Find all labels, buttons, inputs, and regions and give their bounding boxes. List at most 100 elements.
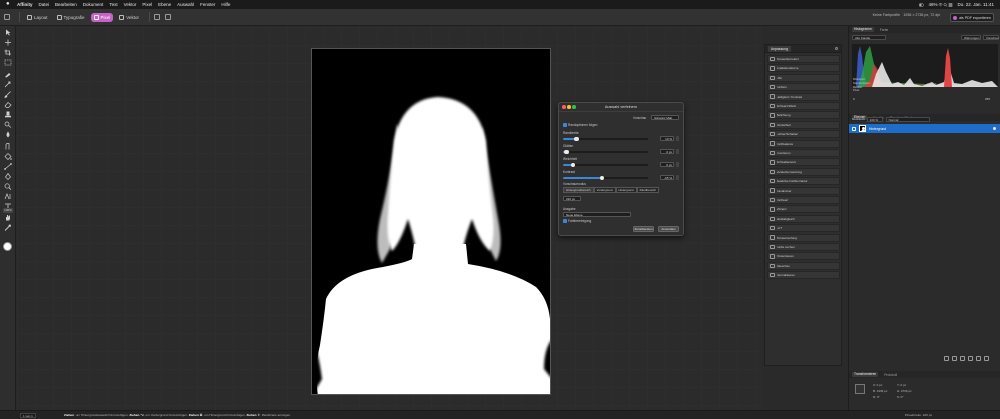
segment-background[interactable]: Hintergrund (615, 187, 637, 193)
shape-icon[interactable] (4, 193, 12, 200)
adjustment-item[interactable]: Farbbalance (767, 139, 840, 148)
blend-mode-select[interactable]: Normal (885, 116, 930, 122)
adjustment-item[interactable]: Weißabgleich (767, 214, 840, 223)
persona-pixel-button[interactable]: Pixel (90, 12, 114, 22)
menu-datei[interactable]: Datei (39, 0, 50, 9)
smudge-icon[interactable] (4, 143, 12, 150)
selection-brush-icon[interactable] (4, 71, 12, 78)
transform-r[interactable]: R: 0° (873, 395, 880, 399)
panel-close-icon[interactable] (835, 47, 838, 50)
histogram-warnings-button[interactable]: Warnungen (961, 35, 981, 40)
feather-slider[interactable] (563, 162, 648, 167)
color-picker-icon[interactable] (4, 224, 12, 231)
opacity-field[interactable]: 100 % (866, 116, 883, 122)
clone-icon[interactable] (4, 111, 12, 118)
transform-s[interactable]: S: 0° (897, 395, 904, 399)
dodge-icon[interactable] (4, 121, 12, 128)
checkbox-icon[interactable] (563, 219, 567, 223)
ramp-stepper[interactable] (675, 175, 679, 180)
adjustment-item[interactable]: Dunkelheit (767, 120, 840, 129)
ramp-slider[interactable] (563, 175, 648, 180)
persona-layout-button[interactable]: Layout (24, 13, 51, 22)
adjustment-item[interactable]: Farbton (767, 83, 840, 92)
menu-text[interactable]: Text (109, 0, 117, 9)
menu-bearbeiten[interactable]: Bearbeiten (55, 0, 77, 9)
move-icon[interactable] (4, 39, 12, 46)
menu-fenster[interactable]: Fenster (200, 0, 215, 9)
pointer-icon[interactable] (4, 29, 12, 36)
decontaminate-option[interactable]: Farbbereinigung (563, 219, 679, 223)
document-canvas[interactable] (311, 48, 551, 395)
lock-icon[interactable] (852, 126, 856, 131)
blur-icon[interactable] (4, 131, 12, 138)
reset-button[interactable]: Zurücksetzen (633, 226, 654, 232)
transform-x[interactable]: X: 0 px (873, 383, 882, 387)
ramp-knob[interactable] (599, 175, 605, 180)
boolean-icon[interactable] (154, 14, 161, 20)
histogram-channel-select[interactable]: Alle Kanäle (852, 35, 886, 40)
tab-transform[interactable]: Transformieren (852, 372, 879, 377)
adjustment-item[interactable]: Vibranz (767, 205, 840, 214)
segment-foreground[interactable]: Vordergrund (593, 187, 616, 193)
preview-mode-select[interactable]: Schwarz Matt (651, 115, 679, 120)
adjustment-item[interactable]: Kanalmixer (767, 186, 840, 195)
erase-icon[interactable] (4, 101, 12, 108)
paint-brush-icon[interactable] (4, 91, 12, 98)
adjustment-item[interactable]: Gradationskurve (767, 64, 840, 73)
page-selector[interactable]: 1 von 1 (20, 413, 36, 418)
border-width-stepper[interactable] (675, 136, 679, 141)
adjustment-item[interactable]: LUT (767, 224, 840, 233)
smooth-slider[interactable] (563, 149, 648, 154)
border-width-knob[interactable] (574, 136, 579, 141)
border-width-value[interactable]: 10 % (660, 136, 674, 141)
persona-typography-button[interactable]: Typografie (54, 13, 88, 22)
delete-layer-icon[interactable] (984, 356, 989, 361)
smooth-stepper[interactable] (675, 149, 679, 154)
menu-ebene[interactable]: Ebene (158, 0, 171, 9)
adjustment-item[interactable]: Tonwertkorrektur (767, 55, 840, 63)
arrange-icon[interactable] (165, 14, 172, 20)
export-pdf-button[interactable]: als PDF exportieren (950, 13, 994, 22)
tool-zoom-badge[interactable]: 100% (3, 208, 13, 213)
segment-background-area[interactable]: Hintergrundbereich (563, 187, 594, 193)
adjustment-item[interactable]: Invertieren (767, 149, 840, 157)
border-width-slider[interactable] (563, 136, 648, 141)
adjustment-item[interactable]: Farbe suchen (767, 243, 840, 251)
transform-w[interactable]: B: 1936 px (873, 389, 887, 393)
adjustments-tab[interactable]: Anpassung (768, 45, 791, 52)
feather-value[interactable]: 0 px (660, 162, 674, 167)
layer-mask-icon[interactable] (944, 356, 949, 361)
menu-grid-icon[interactable] (4, 14, 10, 20)
adjustment-item[interactable]: Selektive Farbkorrektur (767, 177, 840, 186)
menu-vektor[interactable]: Vektor (124, 0, 137, 9)
adjustment-item[interactable]: Normalisieren (767, 271, 840, 280)
crop-icon[interactable] (4, 49, 12, 56)
battery-icon[interactable] (918, 3, 924, 7)
menu-hilfe[interactable]: Hilfe (221, 0, 230, 9)
adjustment-item[interactable]: Helligkeit / Kontrast (767, 92, 840, 101)
primary-color-swatch[interactable] (3, 242, 12, 251)
adjustment-layer-icon[interactable] (952, 356, 957, 361)
adjustment-item[interactable]: Belichtung (767, 111, 840, 120)
marquee-icon[interactable] (4, 59, 12, 66)
adjustment-item[interactable]: Farbwert (767, 196, 840, 204)
tab-color[interactable]: Farbe (880, 28, 889, 32)
snap-edges-option[interactable]: Randoptionen folgen (563, 123, 679, 127)
tab-history[interactable]: Protokoll (884, 373, 897, 377)
menu-dokument[interactable]: Dokument (83, 0, 104, 9)
datetime[interactable]: Do. 22. Jan. 11:41 (958, 2, 994, 7)
adjustment-item[interactable]: Posterisieren (767, 252, 840, 261)
group-layer-icon[interactable] (968, 356, 973, 361)
visibility-icon[interactable] (992, 126, 996, 131)
menu-auswahl[interactable]: Auswahl (177, 0, 194, 9)
apply-button[interactable]: Anwenden (658, 226, 679, 232)
anchor-grid[interactable] (855, 384, 865, 394)
segment-border[interactable]: Randbereich (636, 187, 660, 193)
tab-histogram[interactable]: Histogramm (852, 27, 874, 32)
adjustment-item[interactable]: Schwellenwert (767, 158, 840, 167)
hand-icon[interactable] (4, 214, 12, 221)
adjustment-item[interactable]: Lichter/Schatten (767, 130, 840, 139)
flood-select-icon[interactable] (4, 81, 12, 88)
adjustment-item[interactable]: HSL (767, 73, 840, 82)
apple-icon[interactable]: ● (6, 0, 12, 9)
